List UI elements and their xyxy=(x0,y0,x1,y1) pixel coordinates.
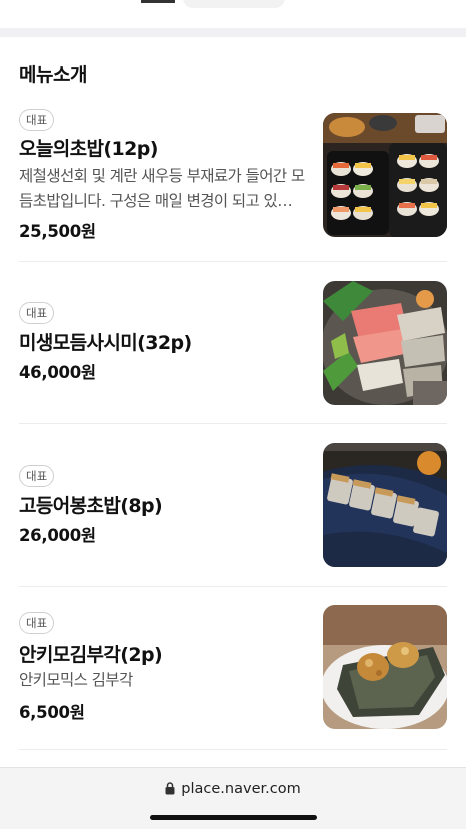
active-tab-indicator xyxy=(141,0,175,3)
representative-badge: 대표 xyxy=(19,465,55,487)
section-title: 메뉴소개 xyxy=(19,64,87,86)
ankimo-seaweed-photo[interactable] xyxy=(323,605,447,729)
url-row[interactable]: place.naver.com xyxy=(0,781,466,799)
sushi-platter-photo[interactable] xyxy=(323,113,447,237)
mackerel-sushi-photo[interactable] xyxy=(323,443,447,567)
sashimi-platter-photo[interactable] xyxy=(323,281,447,405)
page: 메뉴소개 대표 오늘의초밥(12p) 제철생선회 및 계란 새우등 부재료가 들… xyxy=(0,0,466,829)
browser-address-bar[interactable]: place.naver.com xyxy=(0,767,466,829)
item-divider xyxy=(19,749,447,750)
item-divider xyxy=(19,423,447,424)
representative-badge: 대표 xyxy=(19,612,55,634)
menu-item-description: 안키모믹스 김부각 xyxy=(19,671,133,689)
menu-item-name: 고등어봉초밥(8p) xyxy=(19,495,163,517)
menu-item-price: 6,500원 xyxy=(19,703,85,722)
menu-item-description: 제철생선회 및 계란 새우등 부재료가 들어간 모듬초밥입니다. 구성은 매일 … xyxy=(19,167,305,210)
item-divider xyxy=(19,261,447,262)
menu-item-price: 46,000원 xyxy=(19,363,96,382)
item-divider xyxy=(19,586,447,587)
lock-icon xyxy=(165,782,175,799)
menu-item-name: 미생모듬사시미(32p) xyxy=(19,332,192,354)
menu-item-name: 오늘의초밥(12p) xyxy=(19,138,158,160)
menu-item-price: 25,500원 xyxy=(19,222,96,241)
top-tab-strip xyxy=(0,0,466,28)
top-pill-button[interactable] xyxy=(183,0,285,8)
menu-item-price: 26,000원 xyxy=(19,526,96,545)
home-indicator[interactable] xyxy=(150,815,317,820)
menu-item-name: 안키모김부각(2p) xyxy=(19,644,163,666)
representative-badge: 대표 xyxy=(19,302,55,324)
section-separator xyxy=(0,28,466,37)
url-text: place.naver.com xyxy=(181,781,301,797)
representative-badge: 대표 xyxy=(19,109,55,131)
